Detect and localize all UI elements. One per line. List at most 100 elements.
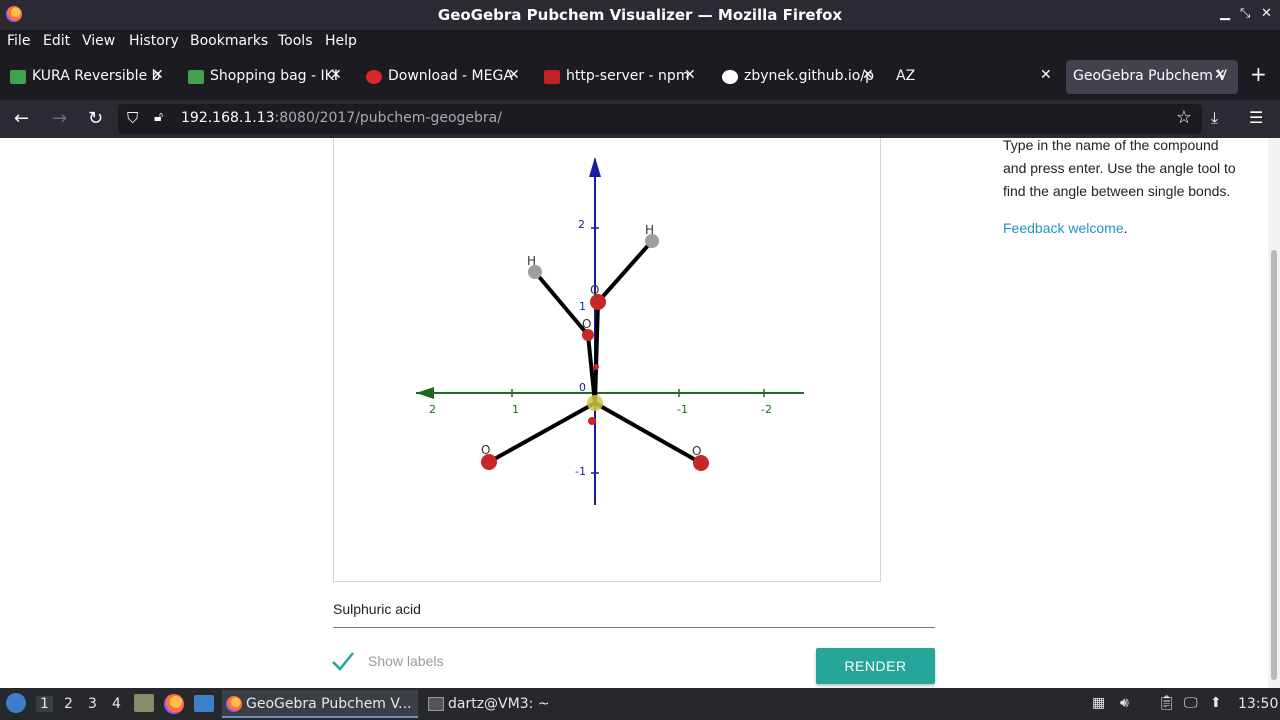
tab-mega[interactable]: Download - MEGA ✕ xyxy=(356,60,532,94)
restore-icon[interactable]: ⤡ xyxy=(1240,6,1250,21)
desktop-icon[interactable] xyxy=(194,695,214,712)
address-bar[interactable]: ⛉ 🔓︎ 192.168.1.13:8080/2017/pubchem-geog… xyxy=(118,104,1202,134)
tab-close-icon[interactable]: ✕ xyxy=(1040,67,1052,83)
menu-file[interactable]: File xyxy=(7,33,30,49)
tab-kura[interactable]: KURA Reversible b ✕ xyxy=(0,60,176,94)
menu-history[interactable]: History xyxy=(129,33,179,49)
close-icon[interactable]: ✕ xyxy=(1261,6,1272,21)
display-icon[interactable]: 🖵︎ xyxy=(1184,695,1198,711)
menu-edit[interactable]: Edit xyxy=(43,33,70,49)
workspace-2[interactable]: 2 xyxy=(64,696,73,712)
x-tick-label: -2 xyxy=(761,403,772,416)
small-atom-marker xyxy=(593,364,599,370)
menu-bar: File Edit View History Bookmarks Tools H… xyxy=(0,30,1280,54)
atom-label: O xyxy=(481,443,490,457)
tab-label: KURA Reversible b xyxy=(32,68,161,84)
taskbar-item-label: dartz@VM3: ~ xyxy=(448,696,550,712)
instructions-line: find the angle between single bonds. xyxy=(1003,183,1231,199)
checkmark-icon[interactable] xyxy=(330,648,356,674)
tab-label: zbynek.github.io/p xyxy=(744,68,874,84)
y-tick-label: -1 xyxy=(575,465,586,478)
tab-label: Shopping bag - IKI xyxy=(210,68,338,84)
x-tick-label: -1 xyxy=(677,403,688,416)
tab-npm[interactable]: http-server - npm ✕ xyxy=(534,60,700,94)
bookmark-star-icon[interactable]: ☆ xyxy=(1176,107,1192,128)
minimize-icon[interactable]: ▁ xyxy=(1220,6,1230,21)
atom-label: O xyxy=(692,444,701,458)
tab-bar: KURA Reversible b ✕ Shopping bag - IKI ✕… xyxy=(0,54,1280,100)
workspace-1[interactable]: 1 xyxy=(36,696,53,712)
mega-icon xyxy=(366,70,382,84)
feedback-tail: . xyxy=(1123,220,1128,236)
tab-close-icon[interactable]: ✕ xyxy=(330,67,342,83)
firefox-launcher-icon[interactable] xyxy=(164,694,184,714)
y-tick-label: 2 xyxy=(578,218,585,231)
tab-az[interactable]: AZ ✕ xyxy=(884,60,1060,94)
page-content: 2 1 -1 -2 2 1 0 -1 H H O O O O Type in t… xyxy=(0,138,1280,688)
system-taskbar: 1 2 3 4 GeoGebra Pubchem V... dartz@VM3:… xyxy=(0,688,1280,720)
file-manager-icon[interactable] xyxy=(134,694,154,712)
npm-icon xyxy=(544,70,560,84)
menu-tools[interactable]: Tools xyxy=(278,33,313,49)
geogebra-applet[interactable]: 2 1 -1 -2 2 1 0 -1 H H O O O O xyxy=(333,138,881,582)
sulfur-atom[interactable] xyxy=(587,395,603,411)
atom-label: H xyxy=(645,223,654,237)
tab-close-icon[interactable]: ✕ xyxy=(862,67,874,83)
tab-label: Download - MEGA xyxy=(388,68,513,84)
url-host: 192.168.1.13 xyxy=(181,110,275,126)
render-button[interactable]: RENDER xyxy=(816,648,935,684)
forward-arrow-icon[interactable]: → xyxy=(52,108,67,129)
tab-github[interactable]: zbynek.github.io/p ✕ xyxy=(712,60,878,94)
workspace-4[interactable]: 4 xyxy=(112,696,121,712)
atom-label: O xyxy=(590,283,599,297)
github-icon xyxy=(722,70,738,84)
instructions-line: Type in the name of the compound xyxy=(1003,138,1219,153)
clock: 13:50 xyxy=(1238,696,1279,712)
back-arrow-icon[interactable]: ← xyxy=(14,108,29,129)
start-menu-icon[interactable] xyxy=(6,693,26,713)
tab-close-icon[interactable]: ✕ xyxy=(1214,67,1226,83)
molecule-graph[interactable]: 2 1 -1 -2 2 1 0 -1 H H O O O O xyxy=(334,138,882,583)
navigation-bar: ← → ↻ ⛉ 🔓︎ 192.168.1.13:8080/2017/pubche… xyxy=(0,100,1280,138)
window-titlebar: GeoGebra Pubchem Visualizer — Mozilla Fi… xyxy=(0,0,1280,30)
update-notifier-icon[interactable]: ⬆ xyxy=(1210,695,1222,711)
tab-favicon-icon xyxy=(10,70,26,84)
clipboard-icon[interactable]: 📋︎ xyxy=(1158,695,1176,711)
url-path: :8080/2017/pubchem-geogebra/ xyxy=(274,110,502,126)
tracking-shield-icon[interactable]: ⛉ xyxy=(127,109,138,127)
x-axis-arrow-icon xyxy=(416,387,434,399)
lock-icon[interactable]: 🔓︎ xyxy=(154,109,163,125)
tab-close-icon[interactable]: ✕ xyxy=(684,67,696,83)
taskbar-firefox-window[interactable]: GeoGebra Pubchem V... xyxy=(222,690,418,718)
bond xyxy=(596,239,654,304)
new-tab-icon[interactable]: + xyxy=(1250,62,1267,86)
instructions-line: and press enter. Use the angle tool to xyxy=(1003,160,1236,176)
reload-icon[interactable]: ↻ xyxy=(88,108,103,129)
tab-geogebra[interactable]: GeoGebra Pubchem V ✕ xyxy=(1066,60,1238,94)
y-tick-label: 1 xyxy=(579,300,586,313)
tab-label: AZ xyxy=(896,68,916,84)
url-text[interactable]: 192.168.1.13:8080/2017/pubchem-geogebra/ xyxy=(181,110,502,126)
scrollbar-thumb[interactable] xyxy=(1271,250,1277,680)
downloads-icon[interactable]: ⤓ xyxy=(1211,108,1218,128)
tab-close-icon[interactable]: ✕ xyxy=(508,67,520,83)
volume-icon[interactable]: 🔊︎ xyxy=(1120,695,1129,711)
page-scrollbar[interactable] xyxy=(1268,138,1280,688)
atom-label: H xyxy=(527,254,536,268)
tray-icon[interactable]: ▦ xyxy=(1092,695,1105,711)
menu-bookmarks[interactable]: Bookmarks xyxy=(190,33,268,49)
feedback-link[interactable]: Feedback welcome xyxy=(1003,220,1124,236)
show-labels-label[interactable]: Show labels xyxy=(368,653,444,669)
hamburger-menu-icon[interactable]: ☰ xyxy=(1249,108,1263,127)
y-axis-arrow-icon xyxy=(589,157,601,177)
taskbar-item-label: GeoGebra Pubchem V... xyxy=(246,696,412,712)
taskbar-terminal-window[interactable]: dartz@VM3: ~ xyxy=(424,690,564,718)
feedback-line: Feedback welcome. xyxy=(1003,217,1265,240)
tab-shopping-bag[interactable]: Shopping bag - IKI ✕ xyxy=(178,60,354,94)
compound-input[interactable] xyxy=(333,590,935,628)
workspace-3[interactable]: 3 xyxy=(88,696,97,712)
tab-close-icon[interactable]: ✕ xyxy=(152,67,164,83)
bond xyxy=(488,401,596,464)
menu-view[interactable]: View xyxy=(82,33,115,49)
menu-help[interactable]: Help xyxy=(325,33,357,49)
